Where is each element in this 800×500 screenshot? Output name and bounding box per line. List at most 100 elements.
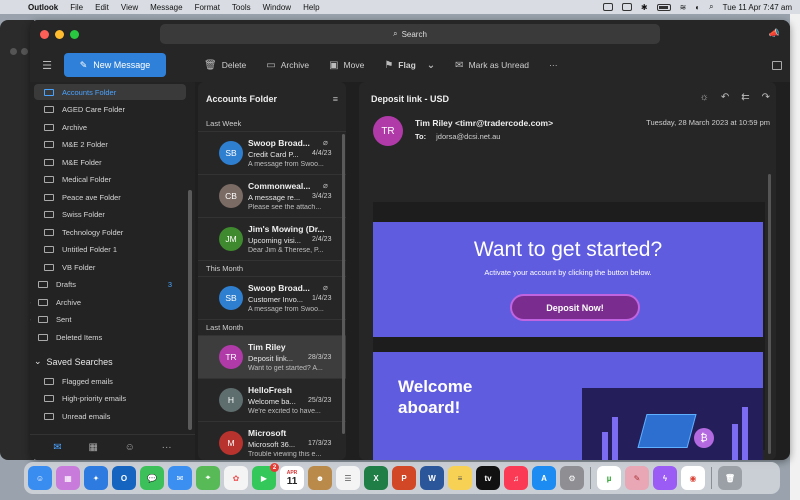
control-center-icon[interactable]: ◐ [695, 3, 700, 12]
message-item[interactable]: CB Commonweal... ⌀ A message re... 3/4/2… [198, 175, 346, 218]
menu-message[interactable]: Message [150, 3, 182, 12]
menu-app-name[interactable]: Outlook [28, 3, 58, 12]
menu-tools[interactable]: Tools [232, 3, 251, 12]
message-item[interactable]: SB Swoop Broad... ⌀ Credit Card P... 4/4… [198, 132, 346, 175]
people-icon[interactable]: ☺ [125, 442, 135, 453]
chevron-right-icon[interactable]: › [30, 315, 38, 324]
launchpad-icon[interactable]: ▦ [56, 466, 80, 490]
folder-me2[interactable]: M&E 2 Folder [34, 137, 186, 153]
chrome-icon[interactable]: ◉ [681, 466, 705, 490]
outlook-icon[interactable]: O [112, 466, 136, 490]
teams-status-icon[interactable] [621, 3, 632, 11]
saved-search-high-priority[interactable]: High-priority emails [34, 391, 186, 407]
folder-untitled-1[interactable]: Untitled Folder 1 [34, 242, 186, 258]
reply-icon[interactable]: ↶ [721, 92, 729, 103]
music-icon[interactable]: ♫ [504, 466, 528, 490]
minimize-window-button[interactable] [55, 30, 64, 39]
folder-accounts[interactable]: Accounts Folder [34, 84, 186, 100]
saved-searches-header[interactable]: ⌄ Saved Searches [34, 356, 113, 367]
saved-search-flagged[interactable]: Flagged emails [34, 373, 186, 389]
more-actions-button[interactable]: ··· [549, 60, 558, 70]
folder-drafts[interactable]: Drafts 3 [30, 277, 180, 293]
folder-archive-sub[interactable]: Archive [34, 119, 186, 135]
reply-all-icon[interactable]: ⇇ [741, 92, 749, 103]
hamburger-menu-icon[interactable]: ☰ [30, 59, 64, 72]
mark-unread-button[interactable]: ✉ Mark as Unread [455, 60, 529, 71]
folder-medical[interactable]: Medical Folder [34, 172, 186, 188]
finder-icon[interactable]: ☺ [28, 466, 52, 490]
contacts-icon[interactable]: ☻ [308, 466, 332, 490]
battery-icon[interactable] [656, 3, 671, 11]
message-item[interactable]: SB Swoop Broad... ⌀ Customer Invo... 1/4… [198, 277, 346, 320]
calendar-icon[interactable]: ▦ [88, 442, 97, 453]
display-status-icon[interactable] [602, 3, 613, 11]
menu-format[interactable]: Format [195, 3, 220, 12]
system-settings-icon[interactable]: ⚙ [560, 466, 584, 490]
mail-icon[interactable]: ✉ [168, 466, 192, 490]
new-message-button[interactable]: ✎ New Message [64, 53, 166, 77]
folder-sent[interactable]: › Sent [30, 312, 180, 328]
folder-aged-care[interactable]: AGED Care Folder [34, 102, 186, 118]
powerpoint-icon[interactable]: P [392, 466, 416, 490]
chevron-down-icon[interactable]: ⌄ [427, 60, 435, 71]
zoom-window-button[interactable] [70, 30, 79, 39]
notes-icon[interactable]: ≡ [448, 466, 472, 490]
move-button[interactable]: ▣ Move [329, 60, 364, 71]
wifi-icon[interactable]: ≋ [680, 3, 687, 12]
search-input[interactable]: ⌕ Search [160, 24, 660, 44]
maps-icon[interactable]: ⌖ [196, 466, 220, 490]
facetime-icon[interactable]: ▶ 2 [252, 463, 279, 490]
more-modules-icon[interactable]: ··· [162, 442, 172, 453]
messenger-icon[interactable]: ϟ [653, 466, 677, 490]
safari-icon[interactable]: ✦ [84, 466, 108, 490]
delete-button[interactable]: 🗑 Delete [204, 60, 246, 71]
mail-icon[interactable]: ✉ [53, 442, 61, 453]
filter-icon[interactable]: ≡ [333, 94, 338, 104]
menu-window[interactable]: Window [263, 3, 291, 12]
calendar-app-icon[interactable]: APR 11 [280, 466, 304, 490]
sidebar-toggle-icon[interactable] [772, 60, 782, 70]
menubar-clock[interactable]: Tue 11 Apr 7:47 am [723, 3, 792, 12]
menu-edit[interactable]: Edit [95, 3, 109, 12]
recipient-address[interactable]: jdorsa@dcsi.net.au [436, 132, 500, 141]
sun-icon[interactable]: ☼ [700, 92, 709, 103]
saved-search-unread[interactable]: Unread emails [34, 408, 186, 424]
spotlight-icon[interactable]: ⌕ [709, 2, 713, 12]
folder-me[interactable]: M&E Folder [34, 154, 186, 170]
folder-deleted[interactable]: Deleted Items [30, 329, 180, 345]
folder-archive[interactable]: › Archive [30, 294, 180, 310]
appletv-icon[interactable]: tv [476, 466, 500, 490]
message-item-selected[interactable]: TR Tim Riley Deposit link... 28/3/23 Wan… [198, 336, 346, 379]
utorrent-icon[interactable]: µ [597, 466, 621, 490]
trash-icon[interactable]: 🗑 [718, 466, 742, 490]
appstore-icon[interactable]: A [532, 466, 556, 490]
message-item[interactable]: JM Jim's Mowing (Dr... Upcoming visi... … [198, 218, 346, 261]
list-scrollbar[interactable] [342, 134, 345, 434]
forward-icon[interactable]: ↷ [762, 92, 770, 103]
megaphone-icon[interactable]: 📣 [769, 28, 780, 39]
pdf-app-icon[interactable]: ✎ [625, 466, 649, 490]
bluetooth-icon[interactable]: ✱ [641, 3, 648, 12]
messages-icon[interactable]: 💬 [140, 466, 164, 490]
chevron-right-icon[interactable]: › [30, 298, 38, 307]
excel-icon[interactable]: X [364, 466, 388, 490]
photos-icon[interactable]: ✿ [224, 466, 248, 490]
archive-button[interactable]: ▭ Archive [266, 60, 309, 71]
message-item[interactable]: M Microsoft Microsoft 36... 17/3/23 Trou… [198, 422, 346, 460]
menu-help[interactable]: Help [303, 3, 319, 12]
menu-file[interactable]: File [70, 3, 83, 12]
folder-swiss[interactable]: Swiss Folder [34, 207, 186, 223]
word-icon[interactable]: W [420, 466, 444, 490]
sender-address[interactable]: Tim Riley <timr@tradercode.com> [415, 118, 553, 128]
folder-scrollbar[interactable] [188, 190, 192, 430]
reminders-icon[interactable]: ☰ [336, 466, 360, 490]
deposit-now-button[interactable]: Deposit Now! [510, 294, 640, 321]
flag-button[interactable]: ⚑ Flag ⌄ [384, 60, 435, 71]
menu-view[interactable]: View [121, 3, 138, 12]
reader-scrollbar-vertical[interactable] [768, 174, 771, 454]
folder-vb[interactable]: VB Folder [34, 259, 186, 275]
folder-peace-ave[interactable]: Peace ave Folder [34, 189, 186, 205]
message-item[interactable]: H HelloFresh Welcome ba... 25/3/23 We're… [198, 379, 346, 422]
close-window-button[interactable] [40, 30, 49, 39]
folder-technology[interactable]: Technology Folder [34, 224, 186, 240]
